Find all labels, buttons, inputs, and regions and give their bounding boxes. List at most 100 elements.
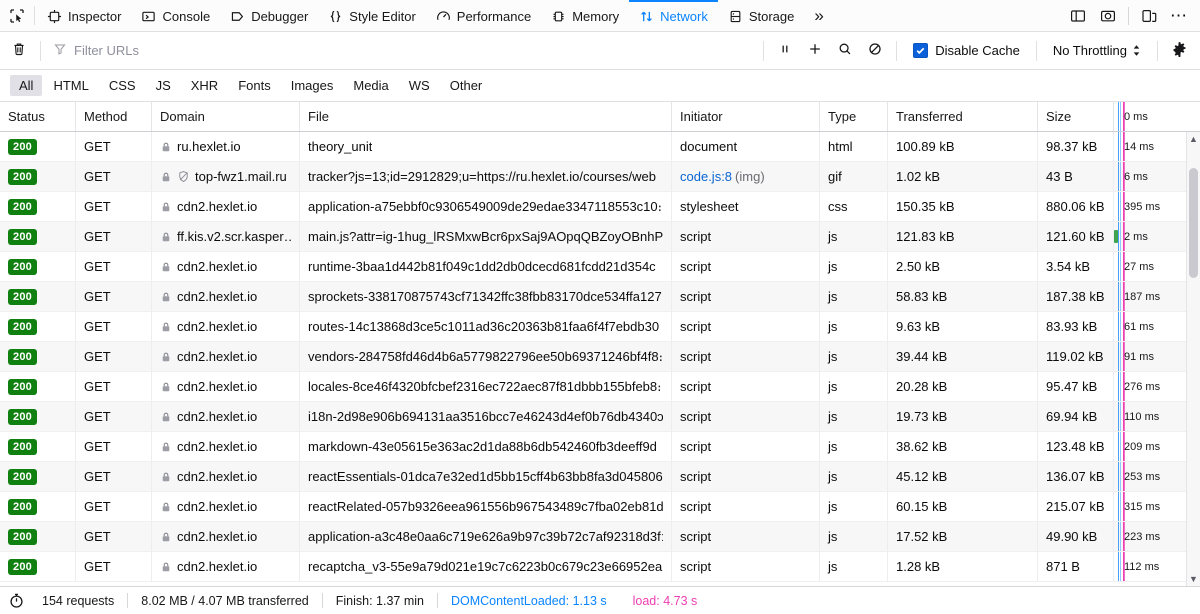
table-row[interactable]: 200GETcdn2.hexlet.ioapplication-a75ebbf0…	[0, 192, 1186, 222]
requests-count: 154 requests	[29, 594, 127, 608]
scrollbar-thumb[interactable]	[1189, 168, 1198, 278]
table-row[interactable]: 200GETff.kis.v2.scr.kasper…main.js?attr=…	[0, 222, 1186, 252]
block-requests-button[interactable]	[860, 37, 890, 65]
tab-inspector[interactable]: Inspector	[37, 0, 131, 31]
filter-type-other[interactable]: Other	[441, 75, 492, 96]
split-console-icon[interactable]	[1063, 1, 1093, 31]
clear-requests-button[interactable]	[4, 37, 34, 65]
filter-type-all[interactable]: All	[10, 75, 42, 96]
filter-type-ws[interactable]: WS	[400, 75, 439, 96]
filter-type-html[interactable]: HTML	[44, 75, 97, 96]
column-header-domain[interactable]: Domain	[152, 102, 300, 131]
column-header-file[interactable]: File	[300, 102, 672, 131]
domain-text: cdn2.hexlet.io	[177, 529, 257, 544]
initiator-text: script	[680, 469, 711, 484]
throttling-label: No Throttling	[1053, 43, 1127, 58]
column-header-waterfall[interactable]: 0 ms	[1114, 102, 1186, 131]
table-row[interactable]: 200GETcdn2.hexlet.ioruntime-3baa1d442b81…	[0, 252, 1186, 282]
disable-cache-checkbox[interactable]: Disable Cache	[903, 43, 1030, 58]
throttling-dropdown[interactable]: No Throttling	[1043, 43, 1151, 58]
cell-waterfall: 276 ms	[1114, 372, 1186, 401]
status-badge: 200	[8, 349, 37, 365]
method-text: GET	[84, 139, 111, 154]
filter-urls-input[interactable]: Filter URLs	[47, 38, 757, 64]
table-row[interactable]: 200GETcdn2.hexlet.iosprockets-3381708757…	[0, 282, 1186, 312]
filter-type-media[interactable]: Media	[344, 75, 397, 96]
scrollbar-track[interactable]	[1187, 146, 1200, 572]
filter-type-images[interactable]: Images	[282, 75, 343, 96]
table-row[interactable]: 200GETcdn2.hexlet.ioroutes-14c13868d3ce5…	[0, 312, 1186, 342]
table-row[interactable]: 200GETtop-fwz1.mail.rutracker?js=13;id=2…	[0, 162, 1186, 192]
column-header-initiator[interactable]: Initiator	[672, 102, 820, 131]
dom-content-loaded-marker	[1118, 312, 1119, 341]
initiator-text: stylesheet	[680, 199, 739, 214]
pause-button[interactable]	[770, 37, 800, 65]
initiator-text: script	[680, 529, 711, 544]
scroll-up-arrow-icon[interactable]: ▲	[1189, 132, 1198, 146]
dom-content-loaded-time: DOMContentLoaded: 1.13 s	[438, 594, 620, 608]
timing-text: 395 ms	[1124, 201, 1160, 213]
network-settings-button[interactable]	[1164, 37, 1194, 65]
tab-memory[interactable]: Memory	[541, 0, 629, 31]
filter-type-js[interactable]: JS	[147, 75, 180, 96]
table-row[interactable]: 200GETcdn2.hexlet.ioreactRelated-057b932…	[0, 492, 1186, 522]
cell-type: html	[820, 132, 888, 161]
cell-domain: cdn2.hexlet.io	[152, 522, 300, 551]
tab-style-editor[interactable]: Style Editor	[318, 0, 425, 31]
timing-text: 91 ms	[1124, 351, 1154, 363]
cell-initiator: document	[672, 132, 820, 161]
initiator-text: script	[680, 259, 711, 274]
tab-network[interactable]: Network	[629, 0, 718, 31]
screenshot-icon[interactable]	[1093, 1, 1123, 31]
vertical-scrollbar[interactable]: ▲ ▼	[1186, 132, 1200, 586]
tab-debugger[interactable]: Debugger	[220, 0, 318, 31]
tab-label: Performance	[457, 9, 531, 24]
column-header-transferred[interactable]: Transferred	[888, 102, 1038, 131]
initiator-link[interactable]: code.js:8	[680, 169, 732, 184]
finish-time: Finish: 1.37 min	[323, 594, 437, 608]
toolbox-overflow-button[interactable]: »	[804, 0, 832, 31]
table-row[interactable]: 200GETcdn2.hexlet.ioi18n-2d98e906b694131…	[0, 402, 1186, 432]
column-header-type[interactable]: Type	[820, 102, 888, 131]
network-icon	[639, 9, 654, 24]
status-badge: 200	[8, 439, 37, 455]
tab-console[interactable]: Console	[131, 0, 220, 31]
element-picker-icon[interactable]	[0, 0, 34, 31]
cell-status: 200	[0, 342, 76, 371]
tab-performance[interactable]: Performance	[426, 0, 541, 31]
dom-content-loaded-marker-2	[1120, 552, 1121, 581]
table-row[interactable]: 200GETcdn2.hexlet.ioapplication-a3c48e0a…	[0, 522, 1186, 552]
table-row[interactable]: 200GETcdn2.hexlet.ioreactEssentials-01dc…	[0, 462, 1186, 492]
load-time: load: 4.73 s	[620, 594, 711, 608]
filter-type-fonts[interactable]: Fonts	[229, 75, 280, 96]
filter-type-xhr[interactable]: XHR	[182, 75, 227, 96]
cell-status: 200	[0, 282, 76, 311]
cell-status: 200	[0, 162, 76, 191]
table-row[interactable]: 200GETcdn2.hexlet.iomarkdown-43e05615e36…	[0, 432, 1186, 462]
table-row[interactable]: 200GETru.hexlet.iotheory_unitdocumenthtm…	[0, 132, 1186, 162]
column-header-status[interactable]: Status	[0, 102, 76, 131]
table-row[interactable]: 200GETcdn2.hexlet.iorecaptcha_v3-55e9a79…	[0, 552, 1186, 582]
scroll-down-arrow-icon[interactable]: ▼	[1189, 572, 1198, 586]
filter-type-css[interactable]: CSS	[100, 75, 145, 96]
column-header-size[interactable]: Size	[1038, 102, 1114, 131]
dom-content-loaded-marker	[1118, 432, 1119, 461]
toolbox-controls-divider	[1128, 7, 1129, 25]
cell-size: 123.48 kB	[1038, 432, 1114, 461]
cell-waterfall: 6 ms	[1114, 162, 1186, 191]
cell-file: sprockets-338170875743cf71342ffc38fbb831…	[300, 282, 672, 311]
tab-storage[interactable]: Storage	[718, 0, 805, 31]
block-icon	[867, 41, 883, 60]
transferred-text: 38.62 kB	[896, 439, 947, 454]
meatball-menu-icon[interactable]: ⋯	[1164, 1, 1194, 31]
cell-type: gif	[820, 162, 888, 191]
cell-transferred: 9.63 kB	[888, 312, 1038, 341]
new-request-button[interactable]	[800, 37, 830, 65]
cell-waterfall: 315 ms	[1114, 492, 1186, 521]
table-row[interactable]: 200GETcdn2.hexlet.iovendors-284758fd46d4…	[0, 342, 1186, 372]
responsive-design-icon[interactable]	[1134, 1, 1164, 31]
table-row[interactable]: 200GETcdn2.hexlet.iolocales-8ce46f4320bf…	[0, 372, 1186, 402]
column-header-method[interactable]: Method	[76, 102, 152, 131]
status-badge: 200	[8, 379, 37, 395]
search-button[interactable]	[830, 37, 860, 65]
